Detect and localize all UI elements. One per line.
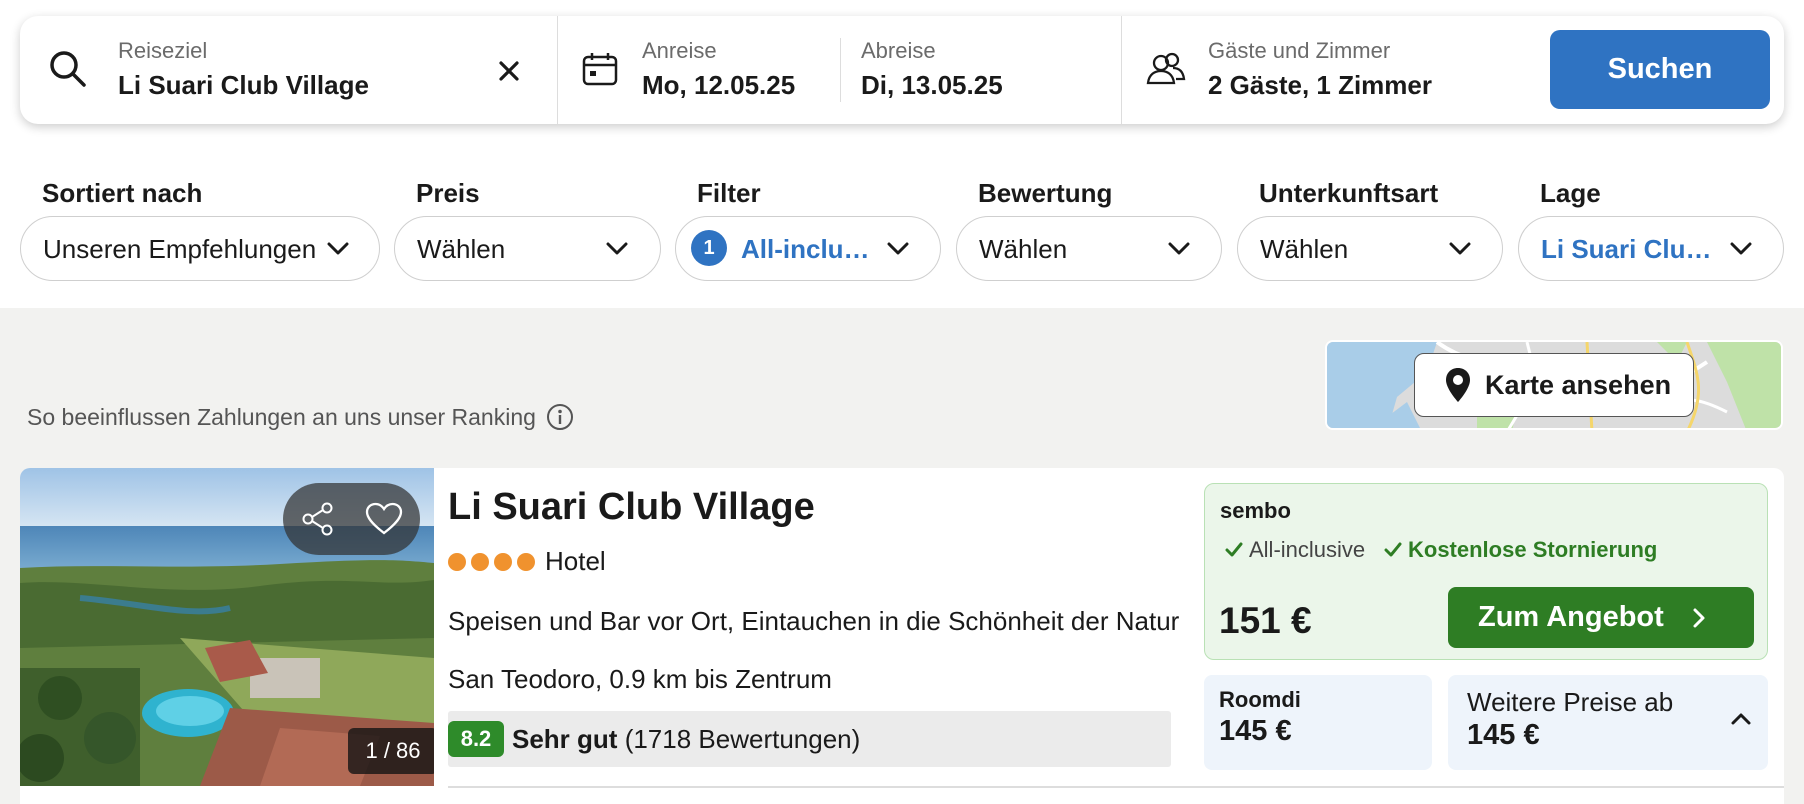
divider (448, 786, 1784, 788)
top-deal[interactable]: sembo All-inclusive Kostenlose Stornieru… (1204, 483, 1768, 660)
destination-label: Reiseziel (118, 38, 208, 63)
photo-actions (283, 483, 420, 555)
search-button[interactable]: Suchen (1550, 30, 1770, 109)
checkout-label: Abreise (861, 38, 936, 63)
filter-label-filter: Filter (697, 178, 761, 208)
rating-dropdown[interactable]: Wählen (956, 216, 1222, 281)
filter-label-location: Lage (1540, 178, 1601, 208)
sort-value: Unseren Empfehlungen (43, 234, 317, 264)
filter-label-type: Unterkunftsart (1259, 178, 1439, 208)
calendar-icon (582, 53, 618, 86)
map-pin-icon (1446, 368, 1470, 402)
checkmark-icon (1384, 542, 1402, 557)
chevron-down-icon (327, 242, 349, 255)
filter-value: All-inclu… (741, 234, 870, 264)
ranking-text: So beeinflussen Zahlungen an uns unser R… (27, 403, 536, 430)
rating-bar[interactable]: 8.2 Sehr gut (1718 Bewertungen) (448, 711, 1171, 767)
guests-icon (1146, 52, 1186, 85)
rating-value: Wählen (979, 234, 1068, 264)
checkin-field[interactable]: Anreise Mo, 12.05.25 (558, 16, 841, 124)
star-icon (517, 553, 535, 571)
more-prices-label: Weitere Preise ab (1467, 687, 1674, 717)
rating-label: Sehr gut (512, 723, 618, 754)
guests-value: 2 Gäste, 1 Zimmer (1208, 70, 1432, 100)
star-icon (448, 553, 466, 571)
deal-feature-allinclusive: All-inclusive (1225, 537, 1365, 563)
clear-icon[interactable] (498, 60, 520, 82)
deal-provider: sembo (1220, 498, 1291, 523)
ranking-info[interactable]: So beeinflussen Zahlungen an uns unser R… (27, 403, 574, 431)
filter-label-sort: Sortiert nach (42, 178, 203, 208)
destination-field[interactable]: Reiseziel Li Suari Club Village (20, 16, 557, 124)
chevron-up-icon (1731, 713, 1751, 725)
hotel-type: Hotel (545, 546, 606, 576)
guests-label: Gäste und Zimmer (1208, 38, 1391, 63)
checkout-field[interactable]: Abreise Di, 13.05.25 (841, 16, 1141, 124)
location-dropdown[interactable]: Li Suari Clu… (1518, 216, 1784, 281)
filter-count-badge: 1 (691, 230, 727, 266)
destination-value: Li Suari Club Village (118, 70, 369, 100)
hotel-description: Speisen und Bar vor Ort, Eintauchen in d… (448, 606, 1180, 636)
deal-feature-cancellation: Kostenlose Stornierung (1384, 537, 1657, 563)
info-icon (546, 404, 573, 430)
chevron-down-icon (1449, 242, 1471, 255)
heart-icon[interactable] (365, 502, 403, 536)
view-deal-button[interactable]: Zum Angebot (1448, 587, 1754, 648)
rating-count: (1718 Bewertungen) (624, 723, 861, 754)
photo-counter: 1 / 86 (348, 728, 434, 774)
more-prices[interactable]: Weitere Preise ab 145 € (1448, 675, 1768, 770)
checkmark-icon (1225, 542, 1243, 557)
hotel-photo[interactable]: 1 / 86 (20, 468, 434, 786)
star-rating (448, 553, 535, 571)
type-value: Wählen (1260, 234, 1349, 264)
deal-feature-2: Kostenlose Stornierung (1408, 537, 1658, 562)
filter-label-price: Preis (416, 178, 480, 208)
alt-provider: Roomdi (1219, 687, 1301, 712)
star-icon (471, 553, 489, 571)
price-dropdown[interactable]: Wählen (394, 216, 661, 281)
alt-deal-roomdi[interactable]: Roomdi 145 € (1204, 675, 1432, 770)
alt-price: 145 € (1219, 715, 1292, 747)
search-bar: Reiseziel Li Suari Club Village Anreise … (20, 16, 1784, 124)
rating-text: Sehr gut (1718 Bewertungen) (512, 724, 860, 755)
view-deal-label: Zum Angebot (1478, 601, 1664, 633)
chevron-down-icon (606, 242, 628, 255)
chevron-right-icon (1693, 608, 1705, 627)
guests-field[interactable]: Gäste und Zimmer 2 Gäste, 1 Zimmer (1122, 16, 1542, 124)
type-dropdown[interactable]: Wählen (1237, 216, 1503, 281)
share-icon[interactable] (300, 501, 336, 537)
deal-feature-1: All-inclusive (1249, 537, 1366, 562)
price-value: Wählen (417, 234, 506, 264)
view-map-button[interactable]: Karte ansehen (1414, 353, 1694, 417)
chevron-down-icon (887, 242, 909, 255)
view-map-label: Karte ansehen (1485, 369, 1672, 400)
checkin-value: Mo, 12.05.25 (642, 70, 796, 100)
location-value: Li Suari Clu… (1541, 234, 1712, 264)
chevron-down-icon (1730, 242, 1752, 255)
more-prices-value: 145 € (1467, 719, 1540, 751)
filter-label-rating: Bewertung (978, 178, 1113, 208)
filter-dropdown[interactable]: 1 All-inclu… (675, 216, 941, 281)
hotel-location: San Teodoro, 0.9 km bis Zentrum (448, 664, 832, 694)
chevron-down-icon (1168, 242, 1190, 255)
star-icon (494, 553, 512, 571)
deal-price: 151 € (1219, 600, 1312, 641)
sort-dropdown[interactable]: Unseren Empfehlungen (20, 216, 380, 281)
hotel-card[interactable]: 1 / 86 Li Suari Club Village Hotel Speis… (20, 468, 1784, 804)
search-icon (50, 51, 86, 87)
checkout-value: Di, 13.05.25 (861, 70, 1003, 100)
checkin-label: Anreise (642, 38, 717, 63)
rating-score-badge: 8.2 (448, 721, 504, 757)
hotel-name[interactable]: Li Suari Club Village (448, 486, 815, 529)
